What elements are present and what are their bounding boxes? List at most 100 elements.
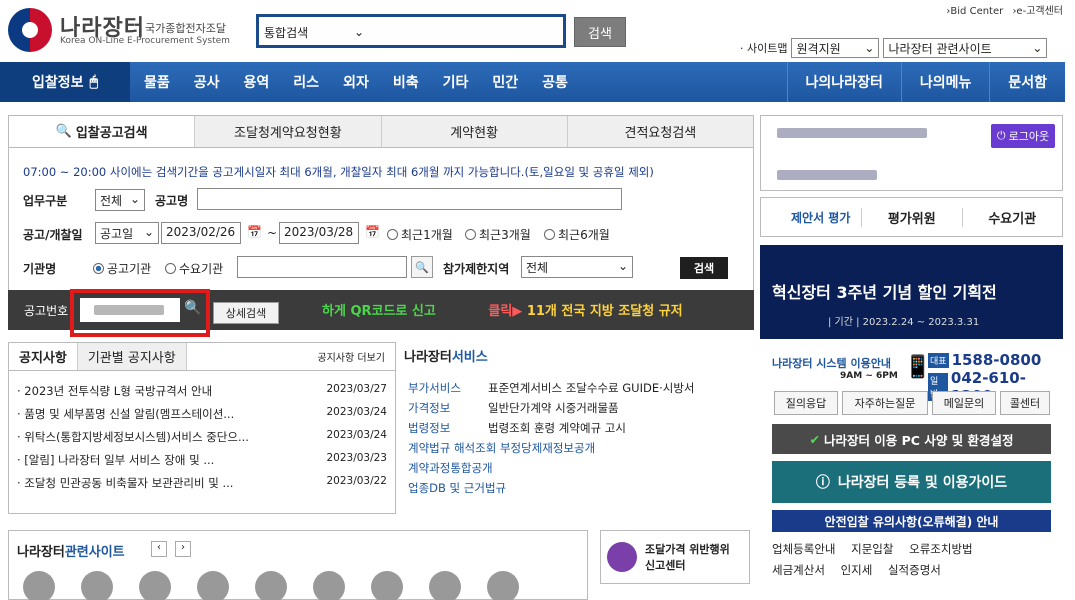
service-row[interactable]: 부가서비스 표준연계서비스 조달수수료 GUIDE·시방서: [408, 380, 695, 396]
faq-button[interactable]: 자주하는질문: [842, 391, 928, 415]
promo-banner[interactable]: 혁신장터 3주년 기념 할인 기획전 | 기간 | 2023.2.24 ~ 20…: [760, 245, 1063, 339]
service-row[interactable]: 계약과정통합공개: [408, 460, 493, 476]
site-logo-icon[interactable]: [139, 571, 171, 600]
mail-inquiry-button[interactable]: 메일문의: [932, 391, 996, 415]
service-row-text: 계약법규 해석조회 부정당제재정보공개: [408, 441, 596, 455]
service-row[interactable]: 법령정보 법령조회 훈령 계약예규 고시: [408, 420, 626, 436]
notice-name-input[interactable]: [197, 188, 622, 210]
nav-service[interactable]: 용역: [244, 72, 270, 92]
notice-title: · 위탁스(통합지방세정보시스템)서비스 중단으...: [17, 430, 249, 444]
service-row[interactable]: 가격정보 일반단가계약 시중거래물품: [408, 400, 619, 416]
radio-notice-org[interactable]: 공고기관: [93, 260, 151, 277]
search-icon[interactable]: 🔍: [411, 256, 433, 278]
link-company-registration[interactable]: 업체등록안내: [772, 542, 835, 556]
date-type-select[interactable]: 공고일 ⌄: [95, 222, 159, 244]
support-title: 나라장터 시스템 이용안내: [772, 357, 891, 370]
notice-row[interactable]: · 2023년 전투식량 L형 국방규격서 안내 2023/03/27: [17, 383, 387, 399]
search-box[interactable]: 통합검색 ⌄: [256, 14, 566, 48]
org-input[interactable]: [237, 256, 407, 278]
registration-guide-button[interactable]: ⓘ 나라장터 등록 및 이용가이드: [772, 461, 1051, 503]
calendar-icon[interactable]: 📅: [365, 225, 380, 239]
nav-my-narajangteo[interactable]: 나의나라장터: [786, 62, 901, 102]
notice-more-link[interactable]: 공지사항 더보기: [307, 343, 395, 370]
nav-construction[interactable]: 공사: [194, 72, 220, 92]
nav-foreign[interactable]: 외자: [343, 72, 369, 92]
calendar-icon[interactable]: 📅: [247, 225, 262, 239]
nav-my-menu[interactable]: 나의메뉴: [900, 62, 990, 102]
safe-bid-button[interactable]: 안전입찰 유의사항(오류해결) 안내: [772, 510, 1051, 532]
search-type-select[interactable]: 통합검색 ⌄: [264, 23, 364, 41]
logo-emblem-icon[interactable]: [8, 8, 52, 52]
chevron-left-icon[interactable]: ‹: [151, 541, 167, 557]
chevron-right-icon[interactable]: ›: [175, 541, 191, 557]
service-row[interactable]: 업종DB 및 근거법규: [408, 480, 506, 496]
related-sites-panel: 나라장터관련사이트 ‹ ›: [8, 530, 588, 600]
check-icon: ✔: [809, 431, 820, 447]
tab-org-notice[interactable]: 기관별 공지사항: [76, 343, 187, 370]
call-center-button[interactable]: 콜센터: [1000, 391, 1050, 415]
date-to-input[interactable]: 2023/03/28: [279, 222, 359, 244]
detail-search-button[interactable]: 상세검색: [213, 302, 279, 324]
site-logo-icon[interactable]: [23, 571, 55, 600]
date-type-value: 공고일: [100, 227, 134, 241]
form-search-button[interactable]: 검색: [680, 257, 728, 279]
nav-goods[interactable]: 물품: [144, 72, 170, 92]
logout-button[interactable]: ⏻ 로그아웃: [991, 124, 1055, 148]
bid-center-link[interactable]: ›Bid Center: [946, 6, 1003, 17]
notice-row[interactable]: · 위탁스(통합지방세정보시스템)서비스 중단으... 2023/03/24: [17, 429, 387, 445]
tab-contract-request[interactable]: 조달청계약요청현황: [194, 116, 381, 147]
nav-right: 나의나라장터 나의메뉴 문서함: [786, 62, 1065, 102]
site-logo-icon[interactable]: [81, 571, 113, 600]
radio-demand-org[interactable]: 수요기관: [165, 260, 223, 277]
announcement-ticker[interactable]: 하게 QR코드로 신고 클릭▶ 11개 전국 지방 조달청 규저: [322, 300, 726, 319]
remote-support-select[interactable]: 원격지원 ⌄: [791, 38, 880, 58]
tab-contract-status[interactable]: 계약현황: [380, 116, 567, 147]
notice-row[interactable]: · 조달청 민관공동 비축물자 보관관리비 및 ... 2023/03/22: [17, 475, 387, 491]
demand-org-tab[interactable]: 수요기관: [961, 207, 1063, 227]
site-logo-icon[interactable]: [197, 571, 229, 600]
radio-recent-3m[interactable]: 최근3개월: [465, 226, 531, 243]
customer-center-link[interactable]: ›e-고객센터: [1012, 6, 1063, 17]
radio-recent-6m[interactable]: 최근6개월: [544, 226, 610, 243]
link-performance-cert[interactable]: 실적증명서: [888, 563, 941, 577]
nav-private[interactable]: 민간: [492, 72, 518, 92]
tab-bid-search[interactable]: 🔍 입찰공고검색: [9, 116, 195, 147]
site-logo-icon[interactable]: [487, 571, 519, 600]
nav-bid-info[interactable]: 입찰정보 🖱: [0, 62, 130, 102]
date-from-input[interactable]: 2023/02/26: [161, 222, 241, 244]
link-tax-invoice[interactable]: 세금계산서: [772, 563, 825, 577]
phone-label-main: 대표: [928, 352, 949, 368]
link-fingerprint-bid[interactable]: 지문입찰: [851, 542, 893, 556]
tab-notice[interactable]: 공지사항: [9, 343, 77, 370]
tab-quote-search[interactable]: 견적요청검색: [566, 116, 753, 147]
radio-recent-3m-label: 최근3개월: [479, 228, 531, 242]
link-stamp-tax[interactable]: 인지세: [841, 563, 873, 577]
task-select[interactable]: 전체 ⌄: [95, 189, 145, 211]
sitemap-link[interactable]: · 사이트맵: [740, 40, 787, 56]
price-violation-report-button[interactable]: 조달가격 위반행위 신고센터: [600, 530, 750, 584]
site-logo-icon[interactable]: [371, 571, 403, 600]
notice-title: · 품명 및 세부품명 신설 알림(멤프스테이션...: [17, 407, 235, 421]
notice-row[interactable]: · 품명 및 세부품명 신설 알림(멤프스테이션... 2023/03/24: [17, 406, 387, 422]
site-logo-icon[interactable]: [255, 571, 287, 600]
nav-lease[interactable]: 리스: [293, 72, 319, 92]
related-sites-select[interactable]: 나라장터 관련사이트 ⌄: [883, 38, 1048, 58]
nav-stockpile[interactable]: 비축: [393, 72, 419, 92]
pc-env-button[interactable]: ✔ 나라장터 이용 PC 사양 및 환경설정: [772, 424, 1051, 454]
service-title-a: 나라장터: [404, 350, 452, 365]
site-logo-icon[interactable]: [429, 571, 461, 600]
search-button[interactable]: 검색: [574, 17, 626, 47]
nav-etc[interactable]: 기타: [443, 72, 469, 92]
link-error-fix[interactable]: 오류조치방법: [909, 542, 972, 556]
site-logo-icon[interactable]: [313, 571, 345, 600]
radio-recent-1m[interactable]: 최근1개월: [387, 226, 453, 243]
service-row[interactable]: 계약법규 해석조회 부정당제재정보공개: [408, 440, 595, 456]
nav-common[interactable]: 공통: [542, 72, 568, 92]
qna-button[interactable]: 질의응답: [774, 391, 838, 415]
region-select[interactable]: 전체 ⌄: [521, 256, 633, 278]
notice-row[interactable]: · [알림] 나라장터 일부 서비스 장애 및 ... 2023/03/23: [17, 452, 387, 468]
nav-documents[interactable]: 문서함: [989, 62, 1065, 102]
radio-demand-org-label: 수요기관: [179, 262, 224, 276]
evaluator-tab[interactable]: 평가위원: [861, 207, 962, 227]
notice-date: 2023/03/24: [326, 429, 387, 441]
